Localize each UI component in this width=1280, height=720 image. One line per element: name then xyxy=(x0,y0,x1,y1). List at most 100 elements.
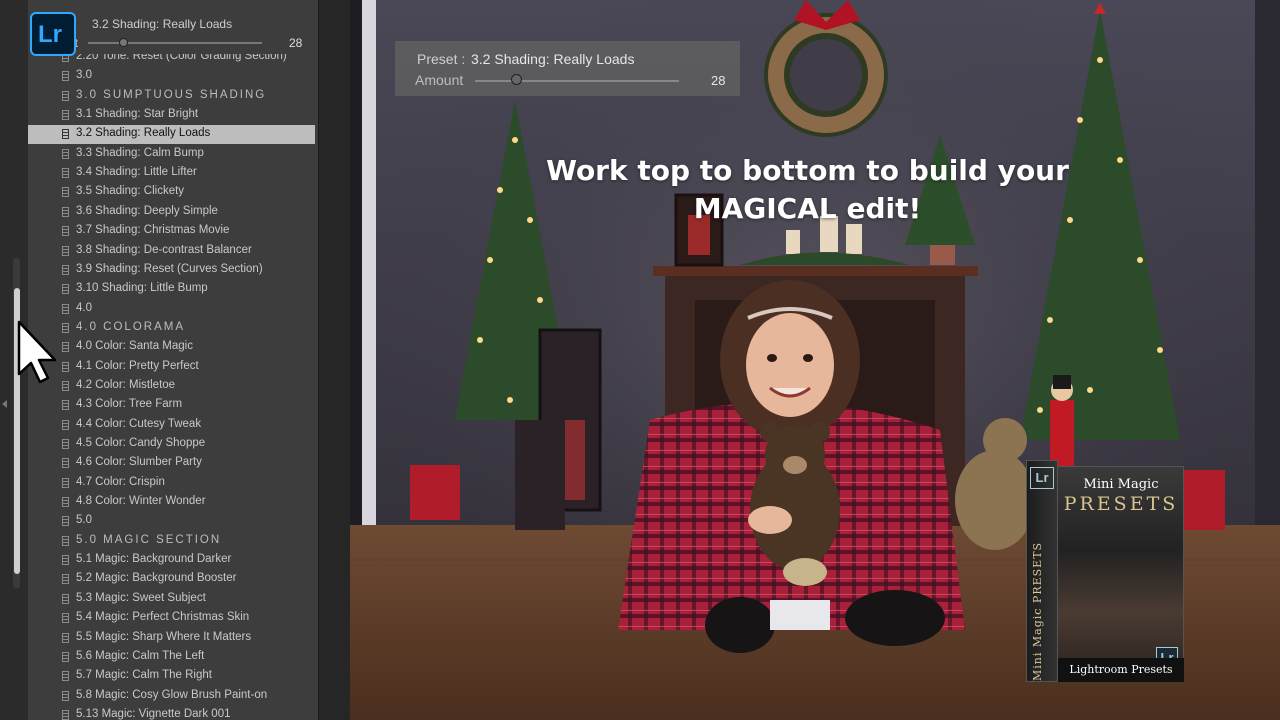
preset-item-label: 5.2 Magic: Background Booster xyxy=(76,572,237,585)
preset-item-label: 5.5 Magic: Sharp Where It Matters xyxy=(76,630,252,643)
preset-item[interactable]: 4.0 Color: Santa Magic xyxy=(28,338,315,357)
panel-amount-value: 28 xyxy=(289,36,303,50)
preset-item[interactable]: 4.1 Color: Pretty Perfect xyxy=(28,358,315,377)
preset-group-header[interactable]: 4.0 COLORAMA xyxy=(28,319,315,338)
box-mini-magic-text: Mini Magic xyxy=(1083,477,1159,492)
collapse-panel-arrow-icon[interactable] xyxy=(2,400,7,408)
box-side-text: Mini Magic PRESETS xyxy=(1031,541,1044,681)
product-box-side: Lr Mini Magic PRESETS xyxy=(1026,460,1058,682)
preset-document-icon xyxy=(62,71,69,82)
preset-item-label: 4.8 Color: Winter Wonder xyxy=(76,495,206,508)
preset-item-label: 3.5 Shading: Clickety xyxy=(76,185,185,198)
preset-item[interactable]: 3.4 Shading: Little Lifter xyxy=(28,164,315,183)
amount-slider-knob[interactable] xyxy=(510,74,522,85)
preset-item-label: 3.3 Shading: Calm Bump xyxy=(76,146,204,159)
preset-item[interactable]: 3.5 Shading: Clickety xyxy=(28,183,315,202)
preset-item-label: 4.1 Color: Pretty Perfect xyxy=(76,359,199,372)
preset-item-label: 4.4 Color: Cutesy Tweak xyxy=(76,417,202,430)
preset-document-icon xyxy=(62,574,69,585)
preset-document-icon xyxy=(62,458,69,469)
preset-item[interactable]: 5.3 Magic: Sweet Subject xyxy=(28,590,315,609)
preset-item[interactable]: 4.0 xyxy=(28,300,315,319)
preset-document-icon xyxy=(62,516,69,527)
preset-item[interactable]: 5.0 xyxy=(28,512,315,531)
preset-item-label: 3.0 SUMPTUOUS SHADING xyxy=(76,88,267,101)
preset-item[interactable]: 5.7 Magic: Calm The Right xyxy=(28,667,315,686)
product-box-front: Mini Magic PRESETS Lr xyxy=(1056,466,1184,676)
preset-item-label: 3.1 Shading: Star Bright xyxy=(76,108,199,121)
preset-item-label: 4.6 Color: Slumber Party xyxy=(76,456,202,469)
box-bottom-label: Lightroom Presets xyxy=(1058,658,1184,682)
preset-group-header[interactable]: 5.0 MAGIC SECTION xyxy=(28,532,315,551)
preset-item-label: 4.0 Color: Santa Magic xyxy=(76,340,193,353)
preset-document-icon xyxy=(62,593,69,604)
preset-item-label: 3.8 Shading: De-contrast Balancer xyxy=(76,243,252,256)
preset-item[interactable]: 3.7 Shading: Christmas Movie xyxy=(28,222,315,241)
box-presets-text: PRESETS xyxy=(1063,493,1179,515)
panel-preset-title: 3.2 Shading: Really Loads xyxy=(92,17,233,31)
panel-amount-slider-knob[interactable] xyxy=(118,38,128,47)
tutorial-caption: Work top to bottom to build your MAGICAL… xyxy=(500,152,1115,228)
preset-item[interactable]: 3.6 Shading: Deeply Simple xyxy=(28,203,315,222)
preset-item[interactable]: 4.4 Color: Cutesy Tweak xyxy=(28,416,315,435)
preset-document-icon xyxy=(62,477,69,488)
presets-panel: 2.20 Tone: Reset (Color Grading Section)… xyxy=(28,0,318,720)
preset-item-label: 4.5 Color: Candy Shoppe xyxy=(76,437,206,449)
panel-divider xyxy=(318,0,350,720)
preset-item[interactable]: 4.5 Color: Candy Shoppe xyxy=(28,435,315,454)
preset-item[interactable]: 5.8 Magic: Cosy Glow Brush Paint-on xyxy=(28,687,315,706)
preset-item[interactable]: 4.2 Color: Mistletoe xyxy=(28,377,315,396)
caption-line-1: Work top to bottom to build your xyxy=(546,154,1069,187)
preset-document-icon xyxy=(62,90,69,101)
preset-name-label: 3.2 Shading: Really Loads xyxy=(471,51,635,67)
amount-label: Amount xyxy=(415,72,464,88)
preset-item-label: 3.6 Shading: Deeply Simple xyxy=(76,204,218,217)
preset-document-icon xyxy=(62,613,69,624)
preset-item-selected[interactable]: 3.2 Shading: Really Loads xyxy=(28,125,315,145)
preset-item[interactable]: 3.8 Shading: De-contrast Balancer xyxy=(28,242,315,261)
preset-document-icon xyxy=(62,671,69,682)
preset-item[interactable]: 4.7 Color: Crispin xyxy=(28,474,315,493)
preset-item[interactable]: 3.3 Shading: Calm Bump xyxy=(28,145,315,164)
panel-amount-slider-track[interactable] xyxy=(88,42,262,44)
preset-document-icon xyxy=(62,497,69,508)
preset-document-icon xyxy=(62,148,69,159)
amount-slider-track[interactable] xyxy=(475,80,679,82)
preset-document-icon xyxy=(62,226,69,237)
preset-document-icon xyxy=(62,651,69,662)
preset-item[interactable]: 5.2 Magic: Background Booster xyxy=(28,570,315,589)
preset-item-label: 5.8 Magic: Cosy Glow Brush Paint-on xyxy=(76,688,268,701)
preset-group-header[interactable]: 3.0 SUMPTUOUS SHADING xyxy=(28,87,315,106)
preset-item[interactable]: 3.10 Shading: Little Bump xyxy=(28,280,315,299)
preset-document-icon xyxy=(62,206,69,217)
preset-item[interactable]: 5.1 Magic: Background Darker xyxy=(28,551,315,570)
preset-item[interactable]: 3.1 Shading: Star Bright xyxy=(28,106,315,125)
preset-item[interactable]: 3.9 Shading: Reset (Curves Section) xyxy=(28,261,315,280)
mouse-cursor-icon xyxy=(17,320,57,384)
preset-item[interactable]: 4.3 Color: Tree Farm xyxy=(28,396,315,415)
preset-document-icon xyxy=(62,632,69,643)
preset-document-icon xyxy=(62,709,69,720)
preset-document-icon xyxy=(62,555,69,566)
preset-document-icon xyxy=(62,168,69,179)
preset-document-icon xyxy=(62,264,69,275)
preset-item-label: 3.4 Shading: Little Lifter xyxy=(76,166,197,179)
preset-document-icon xyxy=(62,690,69,701)
preset-item[interactable]: 4.6 Color: Slumber Party xyxy=(28,454,315,473)
preset-item-label: 3.0 xyxy=(76,69,92,82)
preset-item[interactable]: 5.6 Magic: Calm The Left xyxy=(28,648,315,667)
preset-item-label: 4.2 Color: Mistletoe xyxy=(76,378,176,391)
preset-item[interactable]: 4.8 Color: Winter Wonder xyxy=(28,493,315,512)
preset-amount-overlay: Preset : 3.2 Shading: Really Loads Amoun… xyxy=(395,41,740,96)
preset-item[interactable]: 3.0 xyxy=(28,67,315,86)
preset-document-icon xyxy=(62,400,69,411)
preset-document-icon xyxy=(62,303,69,314)
preset-item[interactable]: 5.13 Magic: Vignette Dark 001 xyxy=(28,706,315,720)
preset-item-label: 5.0 xyxy=(76,514,92,527)
preset-document-icon xyxy=(62,535,69,546)
preset-item-label: 3.9 Shading: Reset (Curves Section) xyxy=(76,262,263,275)
preset-item[interactable]: 5.4 Magic: Perfect Christmas Skin xyxy=(28,609,315,628)
preset-item-label: 3.10 Shading: Little Bump xyxy=(76,282,208,295)
preset-item[interactable]: 5.5 Magic: Sharp Where It Matters xyxy=(28,629,315,648)
preset-document-icon xyxy=(62,187,69,198)
